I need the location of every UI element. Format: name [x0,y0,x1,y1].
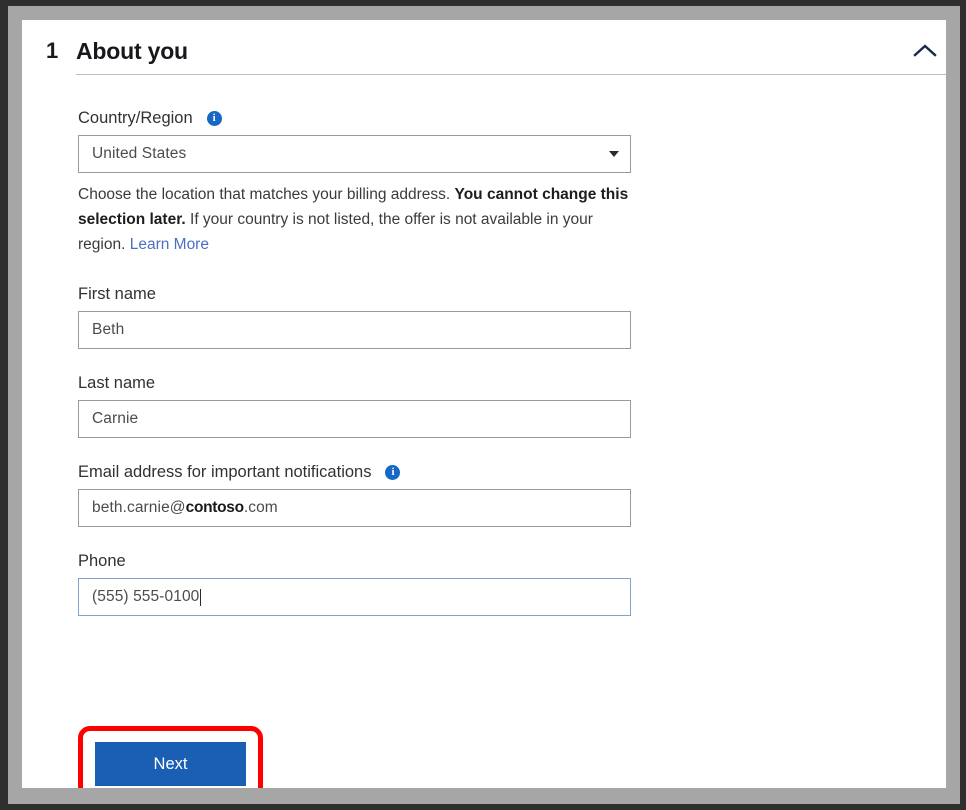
phone-input[interactable]: (555) 555-0100 [78,578,631,616]
section-divider [76,74,946,75]
phone-label: Phone [78,551,638,571]
email-input[interactable]: beth.carnie@contoso.com [78,489,631,527]
chevron-up-icon[interactable] [908,34,942,68]
phone-label-text: Phone [78,551,126,571]
field-first-name: First name Beth [78,284,638,349]
last-name-value: Carnie [92,410,138,428]
info-icon[interactable]: i [385,465,400,480]
field-last-name: Last name Carnie [78,373,638,438]
country-region-value: United States [92,145,186,163]
window-frame-inner: 1 About you Country/Region i [8,6,960,804]
email-value-prefix: beth.carnie@ [92,499,186,516]
first-name-input[interactable]: Beth [78,311,631,349]
field-country-region: Country/Region i United States Choose th… [78,108,638,257]
next-button-zone: Next [78,726,378,788]
email-label-text: Email address for important notification… [78,462,371,482]
country-region-select[interactable]: United States [78,135,631,173]
spacer [78,257,638,284]
signup-form-page: 1 About you Country/Region i [22,20,946,788]
email-value: beth.carnie@contoso.com [92,499,278,517]
next-button[interactable]: Next [95,742,246,786]
country-region-helper-text: Choose the location that matches your bi… [78,182,631,257]
email-value-domain: contoso [186,499,244,516]
spacer [78,349,638,373]
text-cursor [200,589,201,606]
section-header: 1 About you [46,32,946,75]
first-name-label: First name [78,284,638,304]
info-icon[interactable]: i [207,111,222,126]
first-name-value: Beth [92,321,124,339]
email-label: Email address for important notification… [78,462,638,482]
spacer [78,438,638,462]
step-number: 1 [46,38,76,64]
field-email: Email address for important notification… [78,462,638,527]
last-name-input[interactable]: Carnie [78,400,631,438]
chevron-down-icon [609,151,619,157]
section-header-row: 1 About you [46,32,946,70]
email-value-suffix: .com [244,499,278,516]
helper-text-part1: Choose the location that matches your bi… [78,186,455,203]
first-name-label-text: First name [78,284,156,304]
field-phone: Phone (555) 555-0100 [78,551,638,616]
phone-value: (555) 555-0100 [92,588,199,606]
country-region-label-text: Country/Region [78,108,193,128]
learn-more-link[interactable]: Learn More [130,236,209,253]
about-you-form: Country/Region i United States Choose th… [78,108,638,616]
last-name-label: Last name [78,373,638,393]
page-title: About you [76,38,908,65]
window-frame: 1 About you Country/Region i [0,0,966,810]
spacer [78,527,638,551]
country-region-label: Country/Region i [78,108,638,128]
last-name-label-text: Last name [78,373,155,393]
